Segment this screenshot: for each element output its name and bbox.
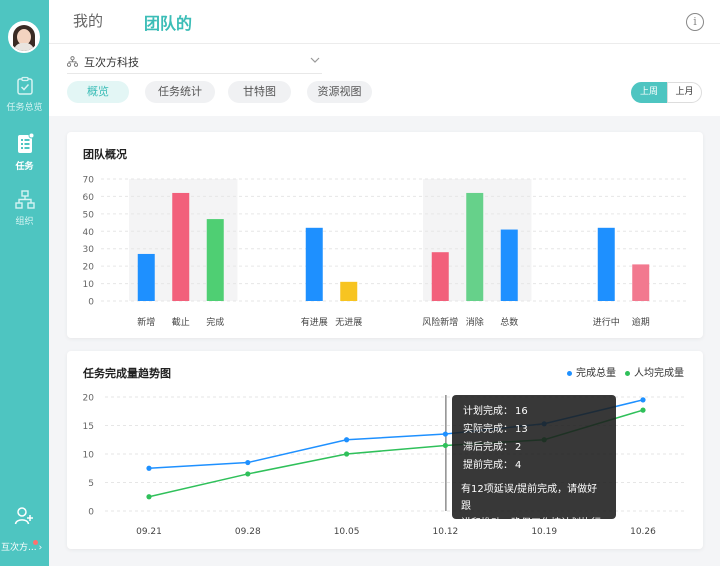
data-point [640, 397, 646, 403]
x-tick-label: 截止 [172, 316, 190, 328]
bar [632, 264, 650, 301]
y-tick-label: 60 [83, 193, 95, 203]
y-tick-label: 5 [88, 479, 94, 489]
x-tick-label: 风险新增 [422, 316, 458, 328]
bar [466, 192, 484, 301]
bar [305, 227, 323, 301]
tooltip-label: 计划完成： [463, 406, 513, 417]
x-tick-label: 无进展 [335, 317, 362, 328]
y-tick-label: 20 [83, 394, 95, 404]
y-tick-label: 10 [83, 280, 95, 290]
y-tick-label: 50 [83, 210, 95, 220]
tooltip-label: 滞后完成： [463, 442, 513, 453]
data-point [344, 451, 350, 457]
tooltip-label: 实际完成： [463, 424, 513, 435]
x-tick-label: 10.05 [334, 527, 360, 537]
header: 我的 团队的 i [49, 0, 720, 44]
data-point [146, 494, 152, 500]
tooltip-note-line: 讲和推动，确保工作按计划执行 [461, 518, 601, 529]
tooltip-label: 提前完成： [463, 460, 513, 471]
sidebar-item-org[interactable]: 组织 [0, 190, 49, 227]
x-tick-label: 10.26 [630, 527, 656, 537]
x-tick-label: 新增 [137, 316, 155, 328]
x-tick-label: 逾期 [632, 316, 650, 328]
tooltip-row-delayed: 滞后完成： 2 [461, 439, 607, 457]
org-chart-icon [14, 190, 35, 209]
bar [340, 281, 358, 301]
bar [597, 227, 615, 301]
period-last-month-button[interactable]: 上月 [667, 82, 702, 103]
y-tick-label: 0 [88, 508, 94, 518]
data-point [344, 437, 350, 443]
avatar[interactable] [8, 21, 40, 53]
period-last-week-button[interactable]: 上周 [631, 82, 667, 103]
x-tick-label: 消除 [466, 316, 484, 328]
bar [500, 229, 518, 301]
x-tick-label: 完成 [206, 316, 224, 328]
chart-tooltip: 计划完成： 16 实际完成： 13 滞后完成： 2 提前完成： 4 有12项延误/提前完… [452, 395, 616, 529]
x-tick-label: 10.12 [433, 527, 459, 537]
tab-task-stats[interactable]: 任务统计 [145, 81, 215, 103]
toolbar: 互次方科技 概览 任务统计 甘特图 资源视图 上周 上月 [49, 44, 720, 116]
tooltip-value: 16 [515, 406, 528, 417]
data-point [442, 442, 448, 449]
bar [172, 192, 190, 301]
tooltip-row-planned: 计划完成： 16 [461, 403, 607, 421]
team-switcher-label: 互次方... [1, 543, 37, 553]
team-overview-chart: 0 10 20 30 40 50 60 70 新增 截止 完成 有进展 无进展 风险新增 消除 总数 进行中 逾期 [83, 176, 687, 328]
org-select[interactable]: 互次方科技 [67, 52, 322, 74]
data-point [442, 431, 448, 437]
y-tick-label: 20 [83, 263, 95, 273]
data-point [245, 471, 251, 477]
tab-overview[interactable]: 概览 [67, 81, 129, 103]
tooltip-value: 4 [515, 460, 522, 471]
sidebar-item-label: 组织 [15, 217, 34, 227]
add-member-icon[interactable] [14, 506, 34, 530]
y-tick-label: 40 [83, 228, 95, 238]
tooltip-note-line: 有12项延误/提前完成，请做好跟 [461, 484, 598, 512]
x-tick-label: 09.28 [235, 527, 261, 537]
y-tick-label: 0 [88, 298, 94, 308]
chevron-right-icon: › [38, 543, 43, 553]
y-tick-label: 15 [83, 422, 94, 432]
bar [431, 252, 449, 301]
tooltip-value: 13 [515, 424, 528, 435]
team-switcher[interactable]: 互次方... › [0, 540, 49, 553]
data-point [245, 459, 251, 466]
tab-team[interactable]: 团队的 [144, 10, 192, 34]
org-icon [67, 56, 78, 67]
x-tick-label: 有进展 [301, 316, 328, 328]
data-point [640, 407, 646, 413]
sidebar-item-tasks[interactable]: 任务 [0, 133, 49, 172]
team-overview-card: 团队概况 0 10 20 30 40 50 60 70 新增 截止 完成 有进展 无进展 风险新增 消除 总数… [67, 132, 703, 338]
sidebar-item-label: 任务总览 [6, 103, 43, 113]
bar [206, 219, 224, 301]
x-tick-label: 09.21 [136, 527, 162, 537]
x-tick-label: 总数 [500, 316, 518, 328]
tooltip-value: 2 [515, 442, 522, 453]
tooltip-note: 有12项延误/提前完成，请做好跟 讲和推动，确保工作按计划执行 [461, 481, 607, 532]
tab-mine[interactable]: 我的 [73, 10, 103, 31]
y-tick-label: 30 [83, 245, 95, 255]
chevron-down-icon [310, 57, 320, 63]
sidebar-item-label: 任务 [15, 162, 34, 172]
x-tick-label: 进行中 [593, 316, 620, 328]
sidebar-item-task-overview[interactable]: 任务总览 [0, 76, 49, 113]
org-select-label: 互次方科技 [84, 56, 139, 69]
y-tick-label: 10 [83, 451, 95, 461]
bar [137, 253, 155, 301]
info-icon[interactable]: i [686, 13, 704, 31]
clipboard-icon [16, 76, 33, 95]
tab-gantt[interactable]: 甘特图 [228, 81, 291, 103]
tab-resource-view[interactable]: 资源视图 [307, 81, 372, 103]
sidebar: 任务总览 任务 组织 互次方... › [0, 0, 49, 566]
data-point [146, 465, 152, 471]
tooltip-row-actual: 实际完成： 13 [461, 421, 607, 439]
y-tick-label: 70 [83, 176, 95, 186]
task-list-icon [17, 133, 34, 153]
tooltip-row-early: 提前完成： 4 [461, 457, 607, 475]
